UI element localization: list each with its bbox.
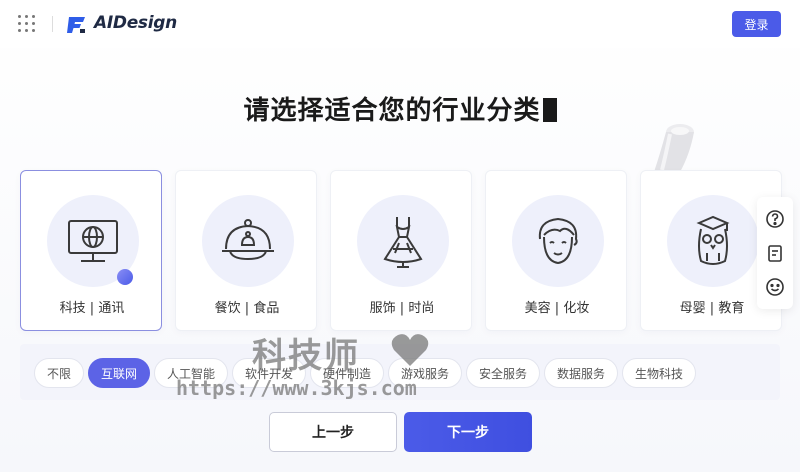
category-icon-bg [357, 195, 449, 287]
subcategory-tag[interactable]: 游戏服务 [388, 358, 462, 388]
category-icon-bg [667, 195, 759, 287]
selected-indicator [117, 269, 133, 285]
category-label: 美容 | 化妆 [524, 301, 590, 316]
logo-icon [67, 17, 85, 33]
login-button[interactable]: 登录 [732, 11, 781, 37]
category-card-beauty[interactable]: 美容 | 化妆 [485, 170, 627, 331]
next-step-button[interactable]: 下一步 [404, 412, 532, 452]
category-card-tech[interactable]: 科技 | 通讯 [20, 170, 162, 331]
category-card-food[interactable]: 餐饮 | 食品 [175, 170, 317, 331]
category-icon-bg [202, 195, 294, 287]
previous-step-button[interactable]: 上一步 [269, 412, 397, 452]
text-cursor [542, 98, 557, 122]
top-bar: AIDesign 登录 [0, 0, 800, 48]
subcategory-tag[interactable]: 不限 [34, 358, 84, 388]
category-card-fashion[interactable]: 服饰 | 时尚 [330, 170, 472, 331]
subcategory-tag[interactable]: 软件开发 [232, 358, 306, 388]
subcategory-tag[interactable]: 互联网 [88, 358, 150, 388]
category-label: 科技 | 通讯 [59, 301, 125, 316]
brand-name: AIDesign [94, 13, 177, 33]
category-label: 服饰 | 时尚 [369, 301, 435, 316]
subcategory-tag[interactable]: 硬件制造 [310, 358, 384, 388]
subcategory-tag[interactable]: 数据服务 [544, 358, 618, 388]
help-icon[interactable] [765, 209, 785, 229]
subcategory-tag[interactable]: 生物科技 [622, 358, 696, 388]
cloche-food-icon [222, 219, 274, 261]
feedback-smile-icon[interactable] [765, 277, 785, 297]
apps-grid-icon[interactable] [18, 15, 36, 33]
document-icon[interactable] [765, 243, 785, 263]
subcategory-bar: 不限 互联网 人工智能 软件开发 硬件制造 游戏服务 安全服务 数据服务 生物科… [20, 344, 780, 400]
subcategory-tag[interactable]: 人工智能 [154, 358, 228, 388]
category-label: 餐饮 | 食品 [214, 301, 280, 316]
owl-graduate-icon [696, 215, 730, 265]
subcategory-tag[interactable]: 安全服务 [466, 358, 540, 388]
monitor-globe-icon [68, 220, 118, 262]
category-icon-bg [512, 195, 604, 287]
side-toolbar [757, 197, 793, 309]
dress-icon [383, 217, 423, 268]
face-icon [538, 217, 578, 265]
header-divider [52, 16, 53, 32]
